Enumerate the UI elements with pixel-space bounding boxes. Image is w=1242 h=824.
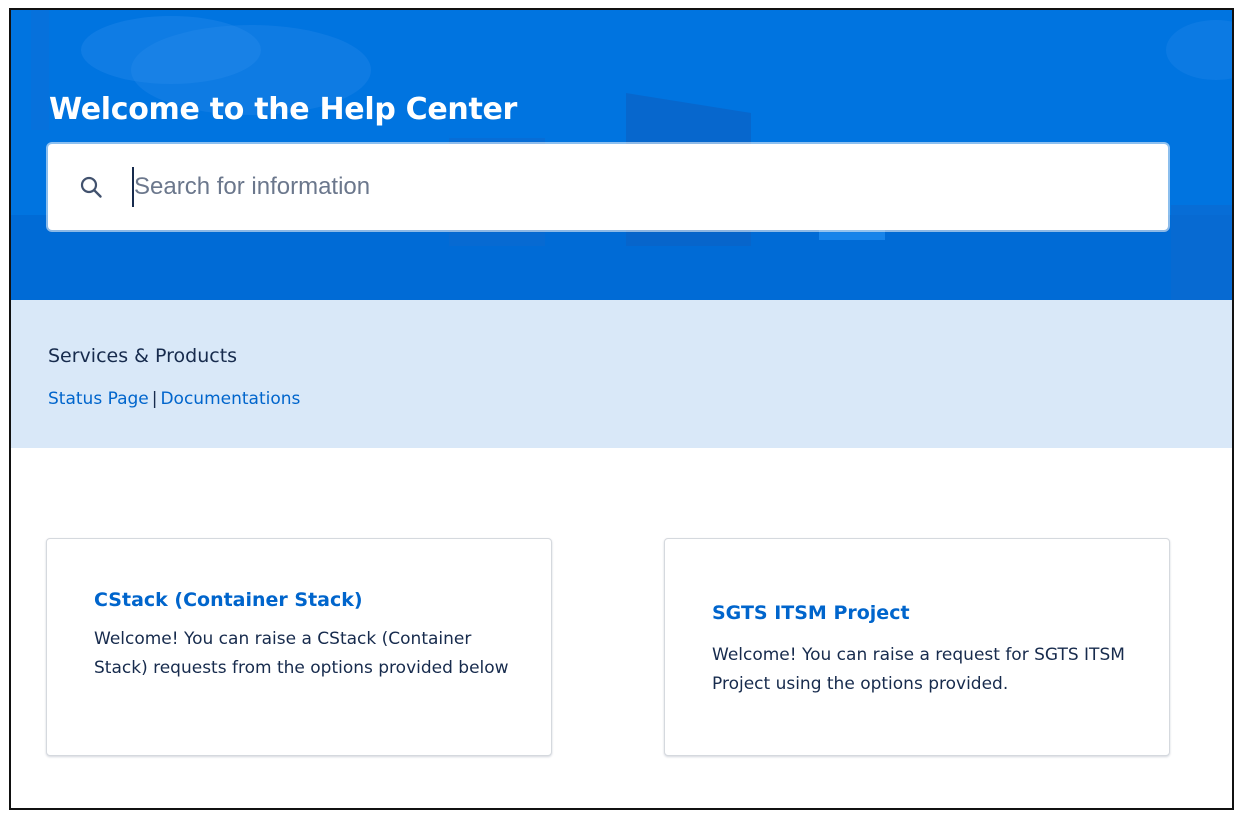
status-page-link[interactable]: Status Page (48, 389, 149, 409)
card-description: Welcome! You can raise a request for SGT… (712, 645, 1125, 694)
search-icon[interactable] (79, 175, 103, 199)
search-input[interactable] (132, 167, 1112, 207)
services-title: Services & Products (48, 345, 238, 367)
page-frame: Welcome to the Help Center Services & Pr… (9, 8, 1234, 810)
page-title: Welcome to the Help Center (49, 92, 518, 127)
services-section: Services & Products Status Page | Document… (11, 300, 1232, 448)
portal-card-cstack[interactable]: CStack (Container Stack) Welcome! You ca… (46, 538, 552, 756)
card-title[interactable]: CStack (Container Stack) (94, 589, 363, 611)
hero-banner: Welcome to the Help Center (11, 10, 1232, 300)
portal-card-sgts-itsm[interactable]: SGTS ITSM Project Welcome! You can raise… (664, 538, 1170, 756)
card-description: Welcome! You can raise a CStack (Contain… (94, 629, 509, 678)
link-separator: | (151, 389, 158, 409)
search-bar[interactable] (48, 144, 1168, 230)
services-links: Status Page | Documentations (48, 389, 300, 409)
documentations-link[interactable]: Documentations (160, 389, 300, 409)
card-title[interactable]: SGTS ITSM Project (712, 602, 910, 624)
